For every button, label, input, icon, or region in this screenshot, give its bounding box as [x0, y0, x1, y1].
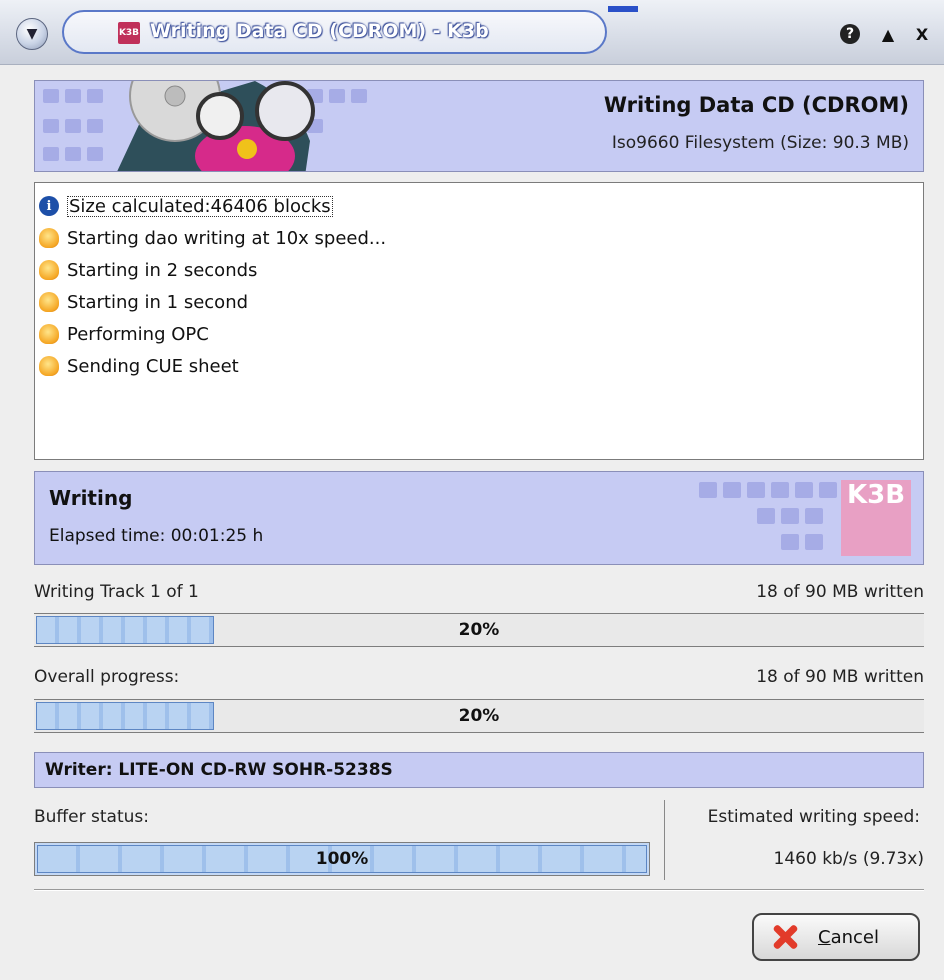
k3b-icon: K3B: [118, 22, 140, 44]
speed-value: 1460 kb/s (9.73x): [773, 849, 924, 869]
log-text: Performing OPC: [67, 323, 209, 345]
cancel-button[interactable]: Cancel: [752, 913, 920, 961]
overall-label: Overall progress:: [34, 667, 180, 687]
speed-label: Estimated writing speed:: [707, 807, 920, 827]
log-text: Size calculated:46406 blocks: [67, 195, 333, 217]
title-bar[interactable]: ▼ K3B Writing Data CD (CDROM) - K3b ? ▲ …: [0, 0, 944, 65]
overall-percent: 20%: [458, 706, 500, 726]
working-icon: [39, 292, 59, 312]
track-written: 18 of 90 MB written: [756, 582, 924, 602]
working-icon: [39, 228, 59, 248]
title-pill: K3B Writing Data CD (CDROM) - K3b: [62, 10, 607, 54]
status-title: Writing: [49, 486, 133, 510]
writer-banner: Writer: LITE-ON CD-RW SOHR-5238S: [34, 752, 924, 788]
horizontal-divider: [34, 889, 924, 891]
k3b-logo-text: K3B: [847, 480, 906, 510]
shade-icon: ▲: [881, 24, 895, 44]
log-list[interactable]: i Size calculated:46406 blocks Starting …: [34, 182, 924, 460]
list-item[interactable]: Starting dao writing at 10x speed...: [39, 223, 386, 253]
track-percent: 20%: [458, 620, 500, 640]
list-item[interactable]: Performing OPC: [39, 319, 209, 349]
status-banner: Writing Elapsed time: 00:01:25 h K3B: [34, 471, 924, 565]
cd-burning-illustration: [117, 81, 315, 171]
burn-dialog: Writing Data CD (CDROM) Iso9660 Filesyst…: [0, 65, 944, 980]
buffer-label: Buffer status:: [34, 807, 149, 827]
list-item[interactable]: Starting in 1 second: [39, 287, 248, 317]
working-icon: [39, 324, 59, 344]
window-title: Writing Data CD (CDROM) - K3b: [150, 20, 489, 42]
elapsed-time: Elapsed time: 00:01:25 h: [49, 526, 264, 546]
header-title: Writing Data CD (CDROM): [603, 93, 909, 117]
track-progress-bar: 20%: [34, 613, 924, 647]
log-text: Starting dao writing at 10x speed...: [67, 227, 387, 249]
log-text: Starting in 2 seconds: [67, 259, 258, 281]
cancel-label: Cancel: [818, 926, 879, 948]
help-button[interactable]: ?: [838, 22, 862, 46]
log-text: Sending CUE sheet: [67, 355, 239, 377]
working-icon: [39, 260, 59, 280]
overall-progress-bar: 20%: [34, 699, 924, 733]
log-text: Starting in 1 second: [67, 291, 249, 313]
vertical-divider: [664, 800, 665, 880]
list-item[interactable]: i Size calculated:46406 blocks: [39, 191, 333, 221]
header-banner: Writing Data CD (CDROM) Iso9660 Filesyst…: [34, 80, 924, 172]
list-item[interactable]: Sending CUE sheet: [39, 351, 239, 381]
help-icon: ?: [840, 24, 860, 44]
list-item[interactable]: Starting in 2 seconds: [39, 255, 257, 285]
buffer-progress-bar: 100%: [34, 842, 650, 876]
working-icon: [39, 356, 59, 376]
close-icon: X: [915, 24, 929, 44]
track-label: Writing Track 1 of 1: [34, 582, 199, 602]
info-icon: i: [39, 196, 59, 216]
k3b-logo: K3B: [841, 480, 911, 556]
writer-label: Writer: LITE-ON CD-RW SOHR-5238S: [45, 760, 393, 780]
buffer-percent: 100%: [315, 849, 369, 869]
header-subtitle: Iso9660 Filesystem (Size: 90.3 MB): [611, 133, 909, 153]
overall-written: 18 of 90 MB written: [756, 667, 924, 687]
decoration-strip: [608, 6, 638, 12]
shade-button[interactable]: ▲: [876, 22, 900, 46]
chevron-down-icon: ▼: [26, 26, 38, 42]
close-button[interactable]: X: [910, 22, 934, 46]
cancel-icon: [770, 922, 800, 952]
window-menu-button[interactable]: ▼: [16, 18, 48, 50]
